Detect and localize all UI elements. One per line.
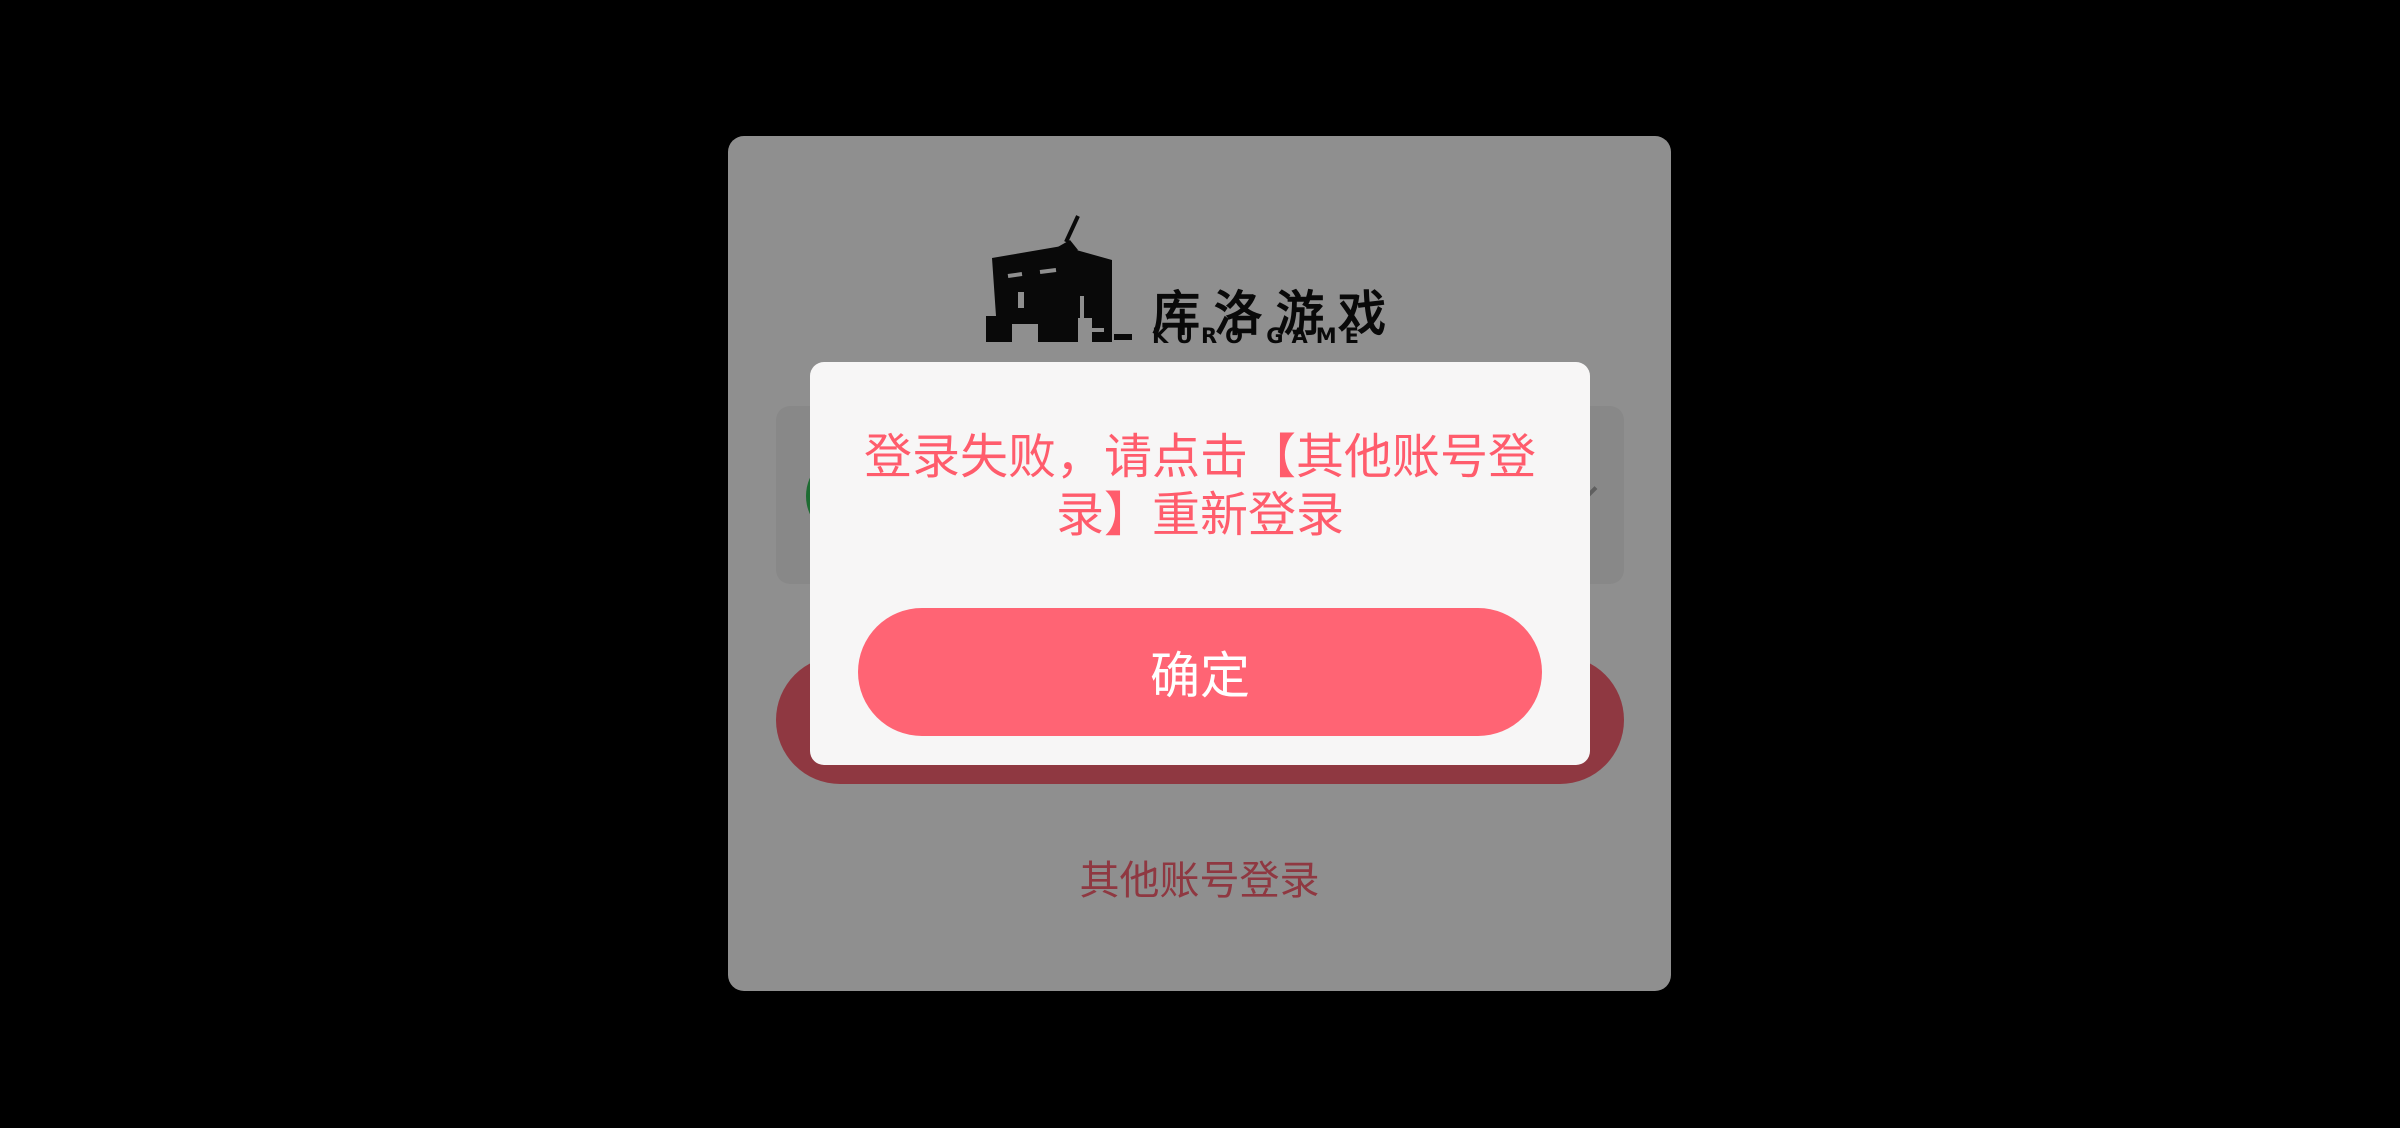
- login-failed-dialog: 登录失败，请点击【其他账号登录】重新登录 确定: [810, 362, 1590, 765]
- confirm-button[interactable]: 确定: [858, 608, 1542, 736]
- dialog-message: 登录失败，请点击【其他账号登录】重新登录: [863, 429, 1536, 543]
